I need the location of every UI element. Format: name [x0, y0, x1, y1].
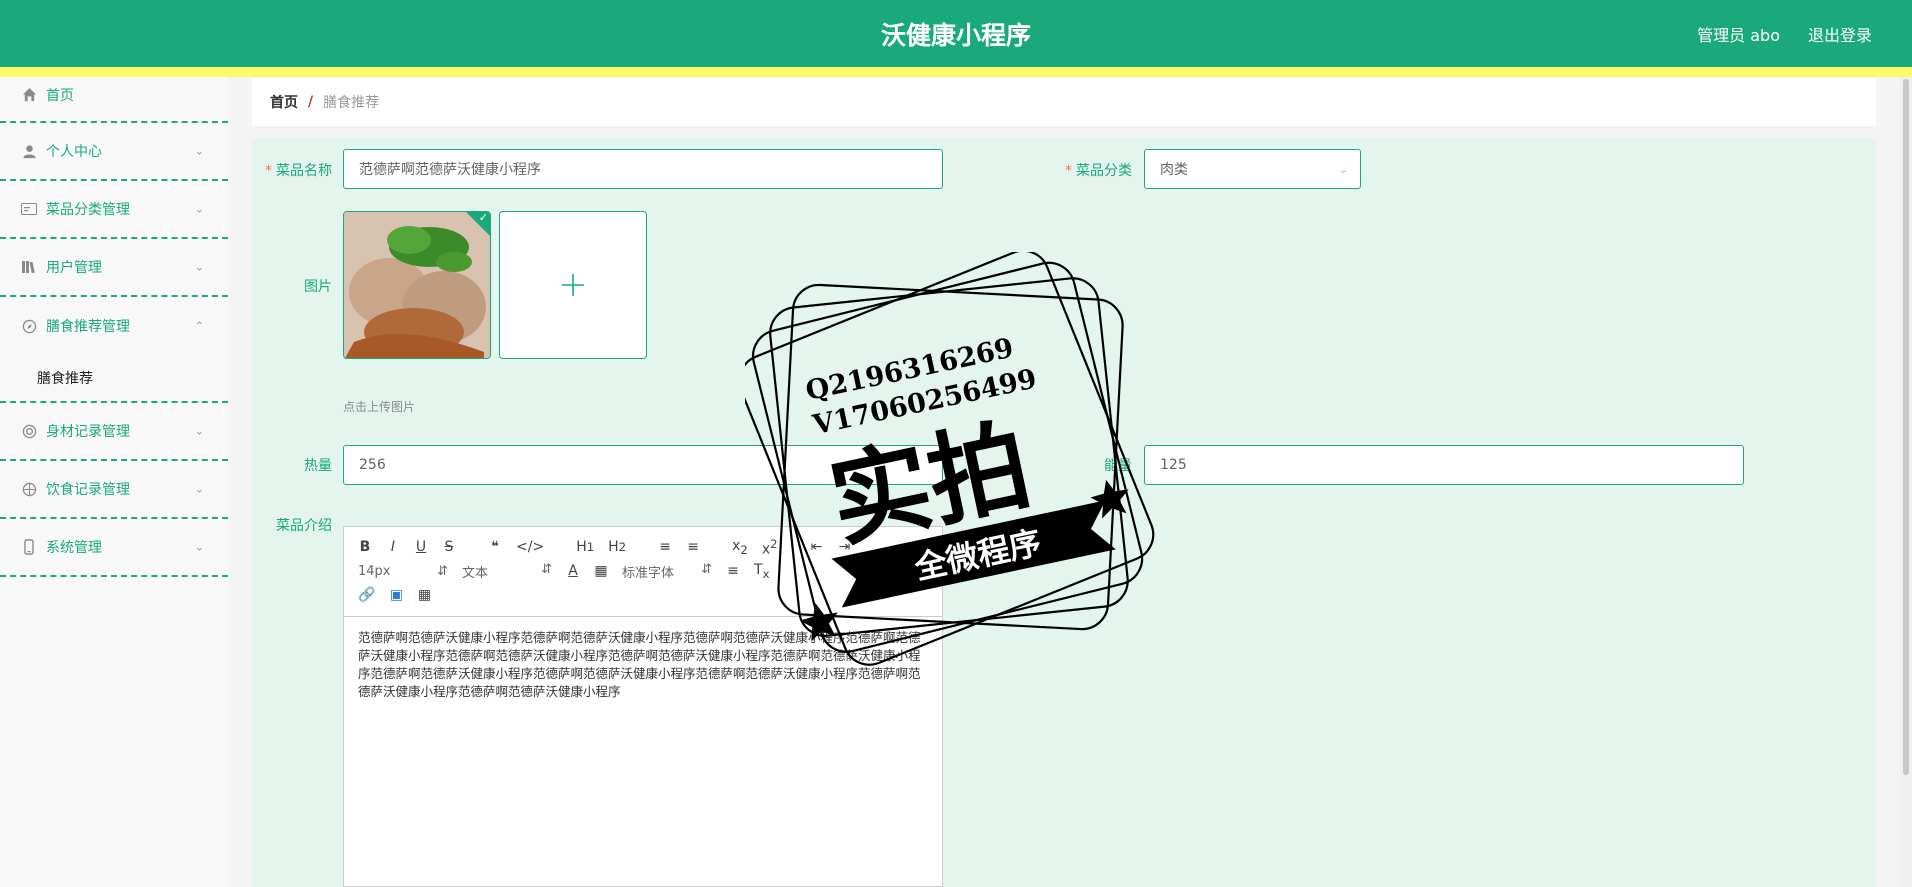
- plus-icon: [562, 274, 584, 296]
- chevron-down-icon: ⌄: [194, 540, 204, 554]
- scrollbar-thumb[interactable]: [1903, 79, 1909, 775]
- upload-tip: 点击上传图片: [343, 400, 416, 414]
- bold-button[interactable]: B: [358, 539, 372, 555]
- breadcrumb-current: 膳食推荐: [323, 95, 380, 111]
- dish-category-label: * 菜品分类: [1065, 163, 1132, 179]
- heading1-button[interactable]: H1: [576, 539, 594, 555]
- sidebar-item-label: 菜品分类管理: [46, 202, 130, 218]
- align-icon[interactable]: ≡: [726, 563, 740, 579]
- logout-link[interactable]: 退出登录: [1808, 22, 1872, 46]
- font-family-select[interactable]: 标准字体 ⇵: [622, 562, 712, 581]
- dish-photo-thumbnail[interactable]: ✓: [343, 211, 491, 359]
- quote-icon[interactable]: ❝: [488, 539, 502, 555]
- home-icon: [20, 85, 38, 103]
- top-header: 沃健康小程序 管理员 abo 退出登录: [0, 0, 1912, 67]
- underline-button[interactable]: U: [414, 539, 428, 555]
- italic-button[interactable]: I: [386, 539, 400, 555]
- sidebar: 首页 个人中心 ⌄ 菜品分类管理 ⌄ 用户管理 ⌄ 膳食推荐管理 ⌃ 膳食推荐: [0, 77, 228, 887]
- picture-label: 图片: [304, 279, 332, 295]
- chevron-down-icon: ⌄: [194, 424, 204, 438]
- ordered-list-icon[interactable]: ≡: [658, 539, 672, 555]
- sidebar-item-profile[interactable]: 个人中心 ⌄: [0, 123, 228, 181]
- phone-icon: [20, 538, 38, 556]
- header-divider-strip: [0, 67, 1912, 77]
- sidebar-subitem-diet-recommend[interactable]: 膳食推荐: [0, 355, 228, 403]
- heading2-button[interactable]: H2: [608, 539, 626, 555]
- image-icon[interactable]: ▣: [389, 587, 403, 603]
- strike-button[interactable]: S: [442, 539, 456, 555]
- chevron-down-icon: ⌄: [194, 482, 204, 496]
- breadcrumb: 首页 / 膳食推荐: [252, 78, 1876, 126]
- sidebar-item-label: 饮食记录管理: [46, 482, 130, 498]
- card-icon: [20, 200, 38, 218]
- basketball-icon: [20, 480, 38, 498]
- chevron-down-icon: ⌄: [194, 260, 204, 274]
- sidebar-item-label: 个人中心: [46, 144, 102, 160]
- page-scrollbar[interactable]: [1900, 77, 1912, 887]
- compass-icon: [20, 317, 38, 335]
- header-right: 管理员 abo 退出登录: [1697, 22, 1872, 46]
- admin-label: 管理员 abo: [1697, 26, 1780, 45]
- check-icon: ✓: [478, 211, 488, 224]
- sidebar-item-home[interactable]: 首页: [0, 77, 228, 123]
- sidebar-item-label: 系统管理: [46, 540, 102, 556]
- breadcrumb-separator: /: [308, 94, 314, 110]
- energy-input[interactable]: 125: [1144, 445, 1744, 485]
- font-color-icon[interactable]: A: [566, 563, 580, 579]
- chevron-up-icon: ⌃: [194, 319, 204, 333]
- dish-name-input[interactable]: 范德萨啊范德萨沃健康小程序: [343, 149, 943, 189]
- text-type-select[interactable]: 文本 ⇵: [462, 562, 552, 581]
- sidebar-item-label: 膳食推荐管理: [46, 319, 130, 335]
- code-icon[interactable]: </>: [516, 539, 544, 555]
- star-icon: [799, 602, 838, 642]
- sidebar-item-label: 身材记录管理: [46, 424, 130, 440]
- font-size-select[interactable]: 14px ⇵: [358, 564, 448, 579]
- chevron-down-icon: ⌄: [194, 144, 204, 158]
- chevron-down-icon: ⌄: [194, 202, 204, 216]
- dish-category-select[interactable]: 肉类 ⌄: [1144, 149, 1361, 189]
- sidebar-item-category[interactable]: 菜品分类管理 ⌄: [0, 181, 228, 239]
- app-title: 沃健康小程序: [880, 21, 1031, 50]
- sidebar-item-label: 膳食推荐: [37, 371, 93, 387]
- sidebar-item-body-record[interactable]: 身材记录管理 ⌄: [0, 403, 228, 461]
- intro-label: 菜品介绍: [276, 518, 332, 534]
- background-color-icon[interactable]: ▦: [594, 563, 608, 579]
- lifebuoy-icon: [20, 422, 38, 440]
- video-icon[interactable]: ▦: [417, 587, 431, 603]
- sidebar-item-diet-recommend[interactable]: 膳食推荐管理 ⌃: [0, 297, 228, 355]
- link-icon[interactable]: 🔗: [358, 587, 375, 603]
- sidebar-item-users[interactable]: 用户管理 ⌄: [0, 239, 228, 297]
- breadcrumb-home[interactable]: 首页: [270, 92, 298, 112]
- books-icon: [20, 258, 38, 276]
- sidebar-item-label: 首页: [46, 88, 74, 104]
- dish-name-label: * 菜品名称: [265, 163, 332, 179]
- bullet-list-icon[interactable]: ≡: [686, 539, 700, 555]
- watermark-stamp: Q2196316269 V17060256499 实拍 全微程序: [738, 249, 1165, 686]
- sidebar-item-system[interactable]: 系统管理 ⌄: [0, 519, 228, 577]
- sidebar-item-label: 用户管理: [46, 260, 102, 276]
- upload-picture-button[interactable]: [499, 211, 647, 359]
- chevron-down-icon: ⌄: [1338, 162, 1348, 176]
- user-icon: [20, 142, 38, 160]
- heat-label: 热量: [304, 458, 332, 474]
- sidebar-item-food-record[interactable]: 饮食记录管理 ⌄: [0, 461, 228, 519]
